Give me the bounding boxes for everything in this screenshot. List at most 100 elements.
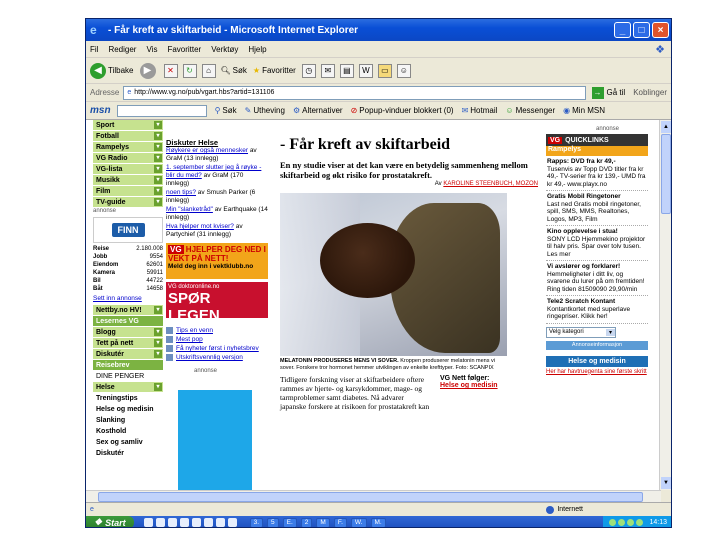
minimize-button[interactable]: _ xyxy=(614,22,631,38)
ad-box[interactable] xyxy=(178,390,252,490)
menu-favorites[interactable]: Favoritter xyxy=(167,45,201,54)
finn-row[interactable]: Båt 14658 xyxy=(93,285,163,293)
msn-highlight-button[interactable]: ✎ Utheving xyxy=(245,106,285,115)
sidebar-item[interactable]: Reisebrev xyxy=(93,360,163,371)
taskbar-task[interactable]: M. xyxy=(370,517,386,527)
helse-link[interactable]: Helse og medisin xyxy=(93,404,163,415)
msn-mymsn-button[interactable]: ◉ Min MSN xyxy=(563,106,605,115)
tool-item[interactable]: Utskriftsvennlig versjon xyxy=(166,353,268,362)
tray-icon-1[interactable] xyxy=(609,519,617,526)
msn-search-button[interactable]: ⚲ Søk xyxy=(215,106,237,115)
tool-item[interactable]: Få nyheter først i nyhetsbrev xyxy=(166,344,268,353)
sidebar-item[interactable]: Diskutér ▾ xyxy=(93,349,163,360)
finn-add-link[interactable]: Sett inn annonse xyxy=(93,295,163,302)
ad-info-link[interactable]: Annonseinformasjon xyxy=(546,340,648,350)
tool-link[interactable]: Mest pop xyxy=(176,336,203,343)
maximize-button[interactable]: □ xyxy=(633,22,650,38)
taskbar-task[interactable]: M xyxy=(316,517,330,527)
menu-help[interactable]: Hjelp xyxy=(248,45,266,54)
mail-icon[interactable]: ✉ xyxy=(320,63,335,78)
stop-icon[interactable]: ✕ xyxy=(163,63,178,78)
tool-link[interactable]: Utskriftsvennlig versjon xyxy=(176,354,243,361)
print-icon[interactable]: ▤ xyxy=(339,63,354,78)
finn-row[interactable]: Kamera 59911 xyxy=(93,269,163,277)
byline-author[interactable]: KAROLINE STEENBUCH, MOZON xyxy=(443,181,538,187)
sidebar-item[interactable]: Tett på nett ▾ xyxy=(93,338,163,349)
msn-messenger-button[interactable]: ☺ Messenger xyxy=(505,106,555,115)
quicklaunch-icon-3[interactable] xyxy=(167,518,177,527)
helse-link[interactable]: Diskutér xyxy=(93,448,163,459)
tray-icon-2[interactable] xyxy=(618,519,626,526)
folder-icon[interactable]: ▭ xyxy=(377,63,392,78)
back-button[interactable]: ◀ Tilbake xyxy=(90,62,134,79)
quicklink-item[interactable]: Vi avslører og forklarer! Hemmeligheter i… xyxy=(546,261,648,296)
menu-view[interactable]: Vis xyxy=(146,45,157,54)
discussion-link[interactable]: noen tips? xyxy=(166,189,196,196)
quicklaunch-icon-1[interactable] xyxy=(143,518,153,527)
msn-search-input[interactable] xyxy=(116,104,207,117)
scroll-down-icon[interactable]: ▼ xyxy=(661,477,671,489)
start-button[interactable]: ❖ Start xyxy=(86,516,134,527)
sidebar-item[interactable]: Lesernes VG xyxy=(93,316,163,327)
sidebar-item[interactable]: TV-guide ▾ xyxy=(93,197,163,208)
address-input[interactable]: e http://www.vg.no/pub/vgart.hbs?artid=1… xyxy=(123,85,586,100)
sidebar-item[interactable]: Film ▾ xyxy=(93,186,163,197)
tool-link[interactable]: Tips en venn xyxy=(176,327,213,334)
close-button[interactable]: × xyxy=(652,22,669,38)
favorites-button[interactable]: ★ Favoritter xyxy=(253,66,296,75)
sidebar-item[interactable]: Sport ▾ xyxy=(93,120,163,131)
follow-link[interactable]: Helse og medisin xyxy=(440,382,498,389)
finn-row[interactable]: Reise 2.180.008 xyxy=(93,245,163,253)
go-button[interactable]: → Gå til xyxy=(591,86,625,99)
sidebar-item[interactable]: Rampelys ▾ xyxy=(93,142,163,153)
sidebar-item[interactable]: Nettby.no HV! ▾ xyxy=(93,305,163,316)
discussion-link[interactable]: Hva hjelper mot kviser? xyxy=(166,223,234,230)
vektklubb-banner[interactable]: VG HJELPER DEG NED I VEKT PÅ NETT! Meld … xyxy=(166,243,268,279)
search-button[interactable]: 🔍︎ Søk xyxy=(221,66,247,75)
refresh-icon[interactable]: ↻ xyxy=(182,63,197,78)
quicklink-item[interactable]: Gratis Mobil Ringetoner Last ned Gratis m… xyxy=(546,191,648,226)
vertical-scrollbar[interactable]: ▲ ▼ xyxy=(659,120,671,490)
taskbar-task[interactable]: 3. xyxy=(249,517,264,527)
quicklaunch-icon-8[interactable] xyxy=(227,518,237,527)
quicklaunch-icon-5[interactable] xyxy=(191,518,201,527)
sidebar-item[interactable]: VG-lista ▾ xyxy=(93,164,163,175)
quicklaunch-icon-7[interactable] xyxy=(215,518,225,527)
quicklaunch-icon-4[interactable] xyxy=(179,518,189,527)
quicklink-item[interactable]: Kino opplevelse i stua! SONY LCD Hjemmeki… xyxy=(546,226,648,261)
history-icon[interactable]: ◷ xyxy=(301,63,316,78)
tool-item[interactable]: Mest pop xyxy=(166,335,268,344)
finn-row[interactable]: Jobb 9554 xyxy=(93,253,163,261)
helse-medisin-link[interactable]: Her har havtruegenta sine første skritt xyxy=(546,369,648,375)
scroll-up-icon[interactable]: ▲ xyxy=(661,121,671,133)
sidebar-item[interactable]: Helse ▾ xyxy=(93,382,163,393)
quicklaunch-icon-2[interactable] xyxy=(155,518,165,527)
helse-link[interactable]: Treningstips xyxy=(93,393,163,404)
discussion-link[interactable]: Min "slanketråd" xyxy=(166,206,213,213)
sidebar-item[interactable]: Blogg ▾ xyxy=(93,327,163,338)
taskbar-task[interactable]: 5 xyxy=(267,517,279,527)
menu-tools[interactable]: Verktøy xyxy=(211,45,238,54)
tray-icon-3[interactable] xyxy=(627,519,635,526)
sidebar-item[interactable]: DINE PENGER xyxy=(93,371,163,382)
sidebar-item[interactable]: Musikk ▾ xyxy=(93,175,163,186)
helse-link[interactable]: Sex og samliv xyxy=(93,437,163,448)
taskbar-task[interactable]: W. xyxy=(350,517,367,527)
helse-medisin-header[interactable]: Helse og medisin xyxy=(546,355,648,367)
msn-popup-blocker-button[interactable]: ⊘ Popup-vinduer blokkert (0) xyxy=(351,106,454,115)
tray-icon-4[interactable] xyxy=(636,519,644,526)
vertical-scroll-thumb[interactable] xyxy=(661,134,671,214)
taskbar-task[interactable]: F. xyxy=(333,517,347,527)
horizontal-scroll-thumb[interactable] xyxy=(98,492,643,502)
forward-button[interactable]: ▶ xyxy=(139,62,158,79)
spor-legen-banner[interactable]: VG doktoronline.no SPØR LEGEN xyxy=(166,282,268,324)
msn-hotmail-button[interactable]: ✉ Hotmail xyxy=(462,106,498,115)
quicklaunch-icon-6[interactable] xyxy=(203,518,213,527)
menu-file[interactable]: Fil xyxy=(90,45,98,54)
tool-item[interactable]: Tips en venn xyxy=(166,326,268,335)
taskbar-task[interactable]: 2 xyxy=(300,517,313,527)
sidebar-item[interactable]: Fotball ▾ xyxy=(93,131,163,142)
home-icon[interactable]: ⌂ xyxy=(201,63,216,78)
messenger-icon[interactable]: ☺ xyxy=(396,63,411,78)
finn-row[interactable]: Bil 44722 xyxy=(93,277,163,285)
